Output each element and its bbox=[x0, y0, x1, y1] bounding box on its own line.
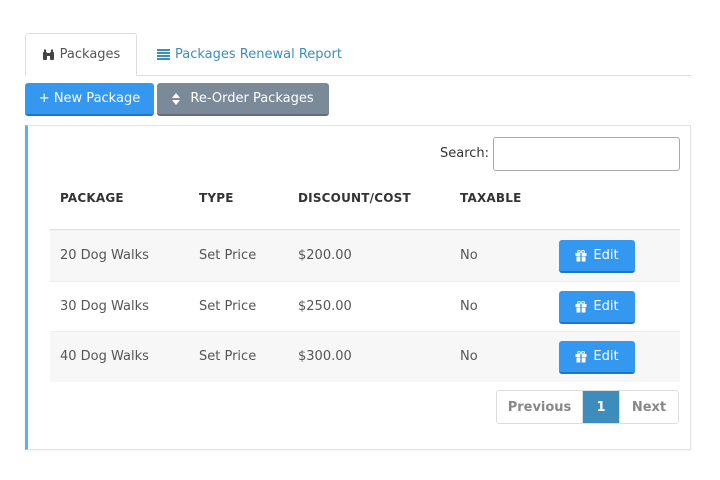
gift-icon bbox=[575, 300, 587, 313]
table-row: 20 Dog Walks Set Price $200.00 No Edit bbox=[50, 230, 680, 281]
table-header: PACKAGE TYPE DISCOUNT/COST TAXABLE bbox=[50, 176, 680, 230]
pagination: Previous 1 Next bbox=[496, 390, 679, 424]
cell-taxable: No bbox=[460, 248, 478, 263]
edit-button-label: Edit bbox=[593, 349, 619, 364]
cell-type: Set Price bbox=[199, 299, 257, 314]
binoculars-icon bbox=[42, 49, 55, 61]
cell-taxable: No bbox=[460, 299, 478, 314]
edit-button[interactable]: Edit bbox=[559, 291, 635, 324]
edit-button[interactable]: Edit bbox=[559, 240, 635, 273]
cell-type: Set Price bbox=[199, 349, 257, 364]
cell-type: Set Price bbox=[199, 248, 257, 263]
reorder-packages-button[interactable]: Re-Order Packages bbox=[157, 83, 329, 116]
tab-bar: Packages Packages Renewal Report bbox=[25, 33, 691, 76]
cell-cost: $200.00 bbox=[298, 248, 352, 263]
table-row: 30 Dog Walks Set Price $250.00 No Edit bbox=[50, 281, 680, 332]
edit-button-label: Edit bbox=[593, 299, 619, 314]
list-icon bbox=[157, 49, 170, 60]
next-page-button[interactable]: Next bbox=[619, 391, 678, 423]
reorder-packages-label: Re-Order Packages bbox=[190, 91, 314, 106]
packages-panel: Search: PACKAGE TYPE DISCOUNT/COST TAXAB… bbox=[25, 125, 691, 450]
header-taxable[interactable]: TAXABLE bbox=[460, 191, 521, 205]
cell-package: 20 Dog Walks bbox=[60, 248, 149, 263]
tab-renewal-report[interactable]: Packages Renewal Report bbox=[157, 33, 342, 76]
table-row: 40 Dog Walks Set Price $300.00 No Edit bbox=[50, 331, 680, 382]
tab-packages-label: Packages bbox=[59, 47, 121, 62]
current-page-button[interactable]: 1 bbox=[583, 391, 619, 423]
cell-package: 30 Dog Walks bbox=[60, 299, 149, 314]
cell-taxable: No bbox=[460, 349, 478, 364]
cell-cost: $250.00 bbox=[298, 299, 352, 314]
new-package-button[interactable]: + New Package bbox=[25, 83, 154, 116]
gift-icon bbox=[575, 350, 587, 363]
header-discount-cost[interactable]: DISCOUNT/COST bbox=[298, 191, 411, 205]
header-package[interactable]: PACKAGE bbox=[60, 191, 124, 205]
edit-button[interactable]: Edit bbox=[559, 341, 635, 374]
previous-page-button[interactable]: Previous bbox=[497, 391, 583, 423]
edit-button-label: Edit bbox=[593, 248, 619, 263]
new-package-label: + New Package bbox=[38, 91, 141, 106]
tab-renewal-report-label: Packages Renewal Report bbox=[175, 47, 342, 62]
cell-cost: $300.00 bbox=[298, 349, 352, 364]
sort-icon bbox=[172, 92, 181, 105]
cell-package: 40 Dog Walks bbox=[60, 349, 149, 364]
search-input[interactable] bbox=[493, 137, 680, 171]
tab-packages[interactable]: Packages bbox=[25, 33, 137, 76]
gift-icon bbox=[575, 249, 587, 262]
search-label: Search: bbox=[440, 146, 490, 161]
header-type[interactable]: TYPE bbox=[199, 191, 234, 205]
